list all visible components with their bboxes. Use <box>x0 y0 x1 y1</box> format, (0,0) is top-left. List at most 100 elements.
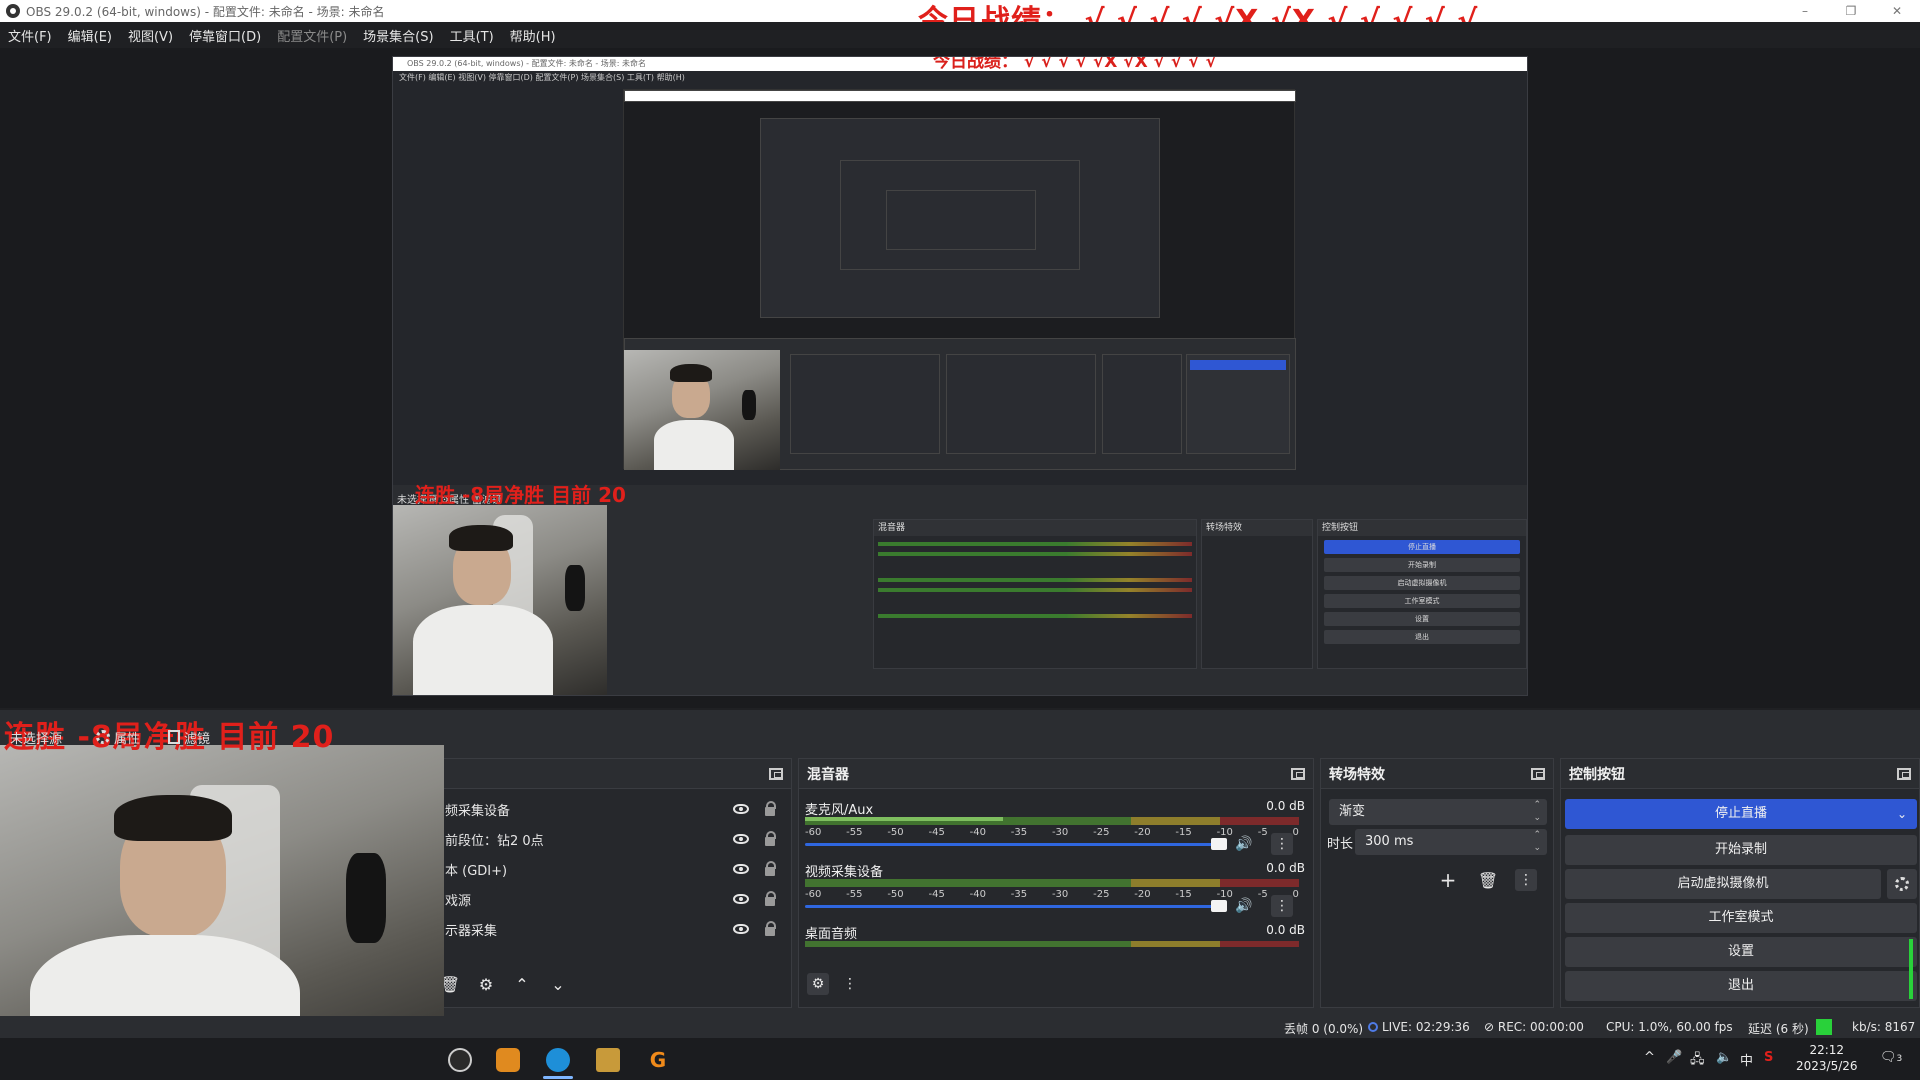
nested-menu-bar: 文件(F) 编辑(E) 视图(V) 停靠窗口(D) 配置文件(P) 场景集合(S… <box>399 73 685 82</box>
nested-streak-text: 连胜 -8局净胜 目前 20 <box>415 483 626 507</box>
menu-scene-collection[interactable]: 场景集合(S) <box>363 26 433 45</box>
transition-select[interactable]: 渐变 ⌃ ⌄ <box>1329 799 1547 825</box>
bitrate-indicator <box>1816 1019 1832 1035</box>
speaker-icon[interactable]: 🔊 <box>1235 836 1252 852</box>
stop-streaming-button[interactable]: 停止直播 ⌄ <box>1565 799 1917 829</box>
nested-title-bar: OBS 29.0.2 (64-bit, windows) - 配置文件: 未命名… <box>393 57 1527 71</box>
nested-camera-feed <box>624 350 780 470</box>
app-taskbar-icon[interactable] <box>496 1048 520 1072</box>
nested-overlay-text: 今日战绩： √ √ √ √ √X √X √ √ √ √ <box>933 56 1217 72</box>
visibility-eye-icon[interactable] <box>733 894 749 904</box>
lock-icon[interactable] <box>765 891 776 906</box>
restore-button[interactable]: ❐ <box>1828 0 1874 22</box>
controls-title: 控制按钮 <box>1569 766 1625 783</box>
mixer-menu-button[interactable]: ⋮ <box>839 973 861 995</box>
menu-edit[interactable]: 编辑(E) <box>68 26 112 45</box>
sources-panel: 频采集设备 前段位：钻2 0点 本 (GDI+) 戏源 示器采集 🗑 ⚙ ⌃ ⌄ <box>440 758 792 1008</box>
mixer-settings-button[interactable]: ⚙ <box>807 973 829 995</box>
properties-button[interactable]: 属性 <box>96 728 140 747</box>
clock-date: 2023/5/26 <box>1796 1059 1858 1073</box>
live-icon <box>1368 1022 1378 1032</box>
visibility-eye-icon[interactable] <box>733 864 749 874</box>
obs-window: OBS 29.0.2 (64-bit, windows) - 配置文件: 未命名… <box>0 0 1920 1080</box>
undock-icon[interactable] <box>769 767 783 780</box>
undock-icon[interactable] <box>1291 767 1305 780</box>
close-button[interactable]: ✕ <box>1874 0 1920 22</box>
undock-icon[interactable] <box>1531 767 1545 780</box>
lock-icon[interactable] <box>765 831 776 846</box>
add-transition-button[interactable]: + <box>1437 868 1459 892</box>
volume-icon[interactable]: 🔈 <box>1716 1050 1732 1065</box>
title-bar: OBS 29.0.2 (64-bit, windows) - 配置文件: 未命名… <box>0 0 1920 39</box>
virtual-camera-settings-button[interactable] <box>1887 869 1917 899</box>
meter-scale: -60 -55 -50 -45 -40 -35 -30 -25 -20 -15 -10 -5 0 <box>805 827 1299 838</box>
ime-indicator[interactable]: 中 <box>1740 1050 1753 1069</box>
volume-meter <box>805 817 1299 825</box>
duration-spinbox[interactable]: 300 ms ⌃ ⌄ <box>1355 829 1547 855</box>
remove-transition-button[interactable]: 🗑 <box>1477 869 1499 891</box>
speaker-icon[interactable]: 🔊 <box>1235 898 1252 914</box>
start-virtual-camera-button[interactable]: 启动虚拟摄像机 <box>1565 869 1881 899</box>
transitions-title: 转场特效 <box>1329 766 1385 783</box>
channel-menu-button[interactable]: ⋮ <box>1271 895 1293 917</box>
start-recording-button[interactable]: 开始录制 <box>1565 835 1917 865</box>
undock-icon[interactable] <box>1897 767 1911 780</box>
source-item[interactable]: 频采集设备 <box>441 797 791 821</box>
volume-slider[interactable] <box>805 905 1223 908</box>
source-item[interactable]: 戏源 <box>441 887 791 911</box>
sogou-icon[interactable]: S <box>1764 1050 1773 1065</box>
visibility-eye-icon[interactable] <box>733 804 749 814</box>
obs-taskbar-icon[interactable] <box>448 1048 472 1072</box>
window-title: OBS 29.0.2 (64-bit, windows) - 配置文件: 未命名… <box>26 4 385 19</box>
browser-taskbar-icon[interactable] <box>546 1048 570 1072</box>
clock[interactable]: 22:12 2023/5/26 <box>1796 1042 1858 1074</box>
menu-profile[interactable]: 配置文件(P) <box>277 26 347 45</box>
nested-window-title: OBS 29.0.2 (64-bit, windows) - 配置文件: 未命名… <box>407 59 647 68</box>
lock-icon[interactable] <box>765 801 776 816</box>
menu-view[interactable]: 视图(V) <box>128 26 173 45</box>
game-taskbar-icon[interactable] <box>596 1048 620 1072</box>
volume-slider-knob[interactable] <box>1211 838 1227 850</box>
rec-status: ⊘ REC: 00:00:00 <box>1484 1020 1584 1034</box>
source-item[interactable]: 前段位：钻2 0点 <box>441 827 791 851</box>
tray-overflow-icon[interactable]: ^ <box>1644 1050 1655 1065</box>
source-item[interactable]: 本 (GDI+) <box>441 857 791 881</box>
source-item[interactable]: 示器采集 <box>441 917 791 941</box>
exit-button[interactable]: 退出 <box>1565 971 1917 1001</box>
mixer-panel: 混音器 麦克风/Aux 0.0 dB -60 -55 -50 -45 -40 -35 -30… <box>798 758 1314 1008</box>
menu-docks[interactable]: 停靠窗口(D) <box>189 26 261 45</box>
chevron-down-icon[interactable]: ⌄ <box>1897 799 1907 829</box>
menu-file[interactable]: 文件(F) <box>8 26 52 45</box>
move-up-button[interactable]: ⌃ <box>511 973 533 995</box>
minimize-button[interactable]: – <box>1782 0 1828 22</box>
controls-panel: 控制按钮 停止直播 ⌄ 开始录制 启动虚拟摄像机 工作室模式 设置 退出 <box>1560 758 1920 1008</box>
menu-help[interactable]: 帮助(H) <box>510 26 556 45</box>
nested-camera-large <box>393 505 607 695</box>
studio-mode-button[interactable]: 工作室模式 <box>1565 903 1917 933</box>
g-app-taskbar-icon[interactable]: G <box>646 1048 670 1072</box>
menu-tools[interactable]: 工具(T) <box>450 26 494 45</box>
filter-icon <box>168 730 181 744</box>
channel-name: 视频采集设备 <box>805 865 884 880</box>
volume-slider[interactable] <box>805 843 1223 846</box>
visibility-eye-icon[interactable] <box>733 834 749 844</box>
spin-arrows-icon: ⌃ ⌄ <box>1533 800 1541 823</box>
preview-canvas[interactable]: OBS 29.0.2 (64-bit, windows) - 配置文件: 未命名… <box>0 48 1920 708</box>
spin-arrows-icon: ⌃ ⌄ <box>1533 830 1541 853</box>
notification-icon[interactable]: 🗨3 <box>1880 1050 1902 1065</box>
settings-button[interactable]: 设置 <box>1565 937 1917 967</box>
transition-menu-button[interactable]: ⋮ <box>1515 869 1537 891</box>
move-down-button[interactable]: ⌄ <box>547 973 569 995</box>
microphone-icon[interactable]: 🎤 <box>1666 1050 1682 1065</box>
channel-menu-button[interactable]: ⋮ <box>1271 833 1293 855</box>
volume-slider-knob[interactable] <box>1211 900 1227 912</box>
dropped-frames: 丢帧 0 (0.0%) <box>1284 1022 1364 1036</box>
scrollbar[interactable] <box>1909 939 1913 999</box>
visibility-eye-icon[interactable] <box>733 924 749 934</box>
lock-icon[interactable] <box>765 921 776 936</box>
network-icon[interactable]: 🖧 <box>1690 1050 1705 1072</box>
transitions-panel-header: 转场特效 <box>1321 759 1553 789</box>
lock-icon[interactable] <box>765 861 776 876</box>
source-settings-button[interactable]: ⚙ <box>475 973 497 995</box>
filters-button[interactable]: 滤镜 <box>168 728 210 747</box>
